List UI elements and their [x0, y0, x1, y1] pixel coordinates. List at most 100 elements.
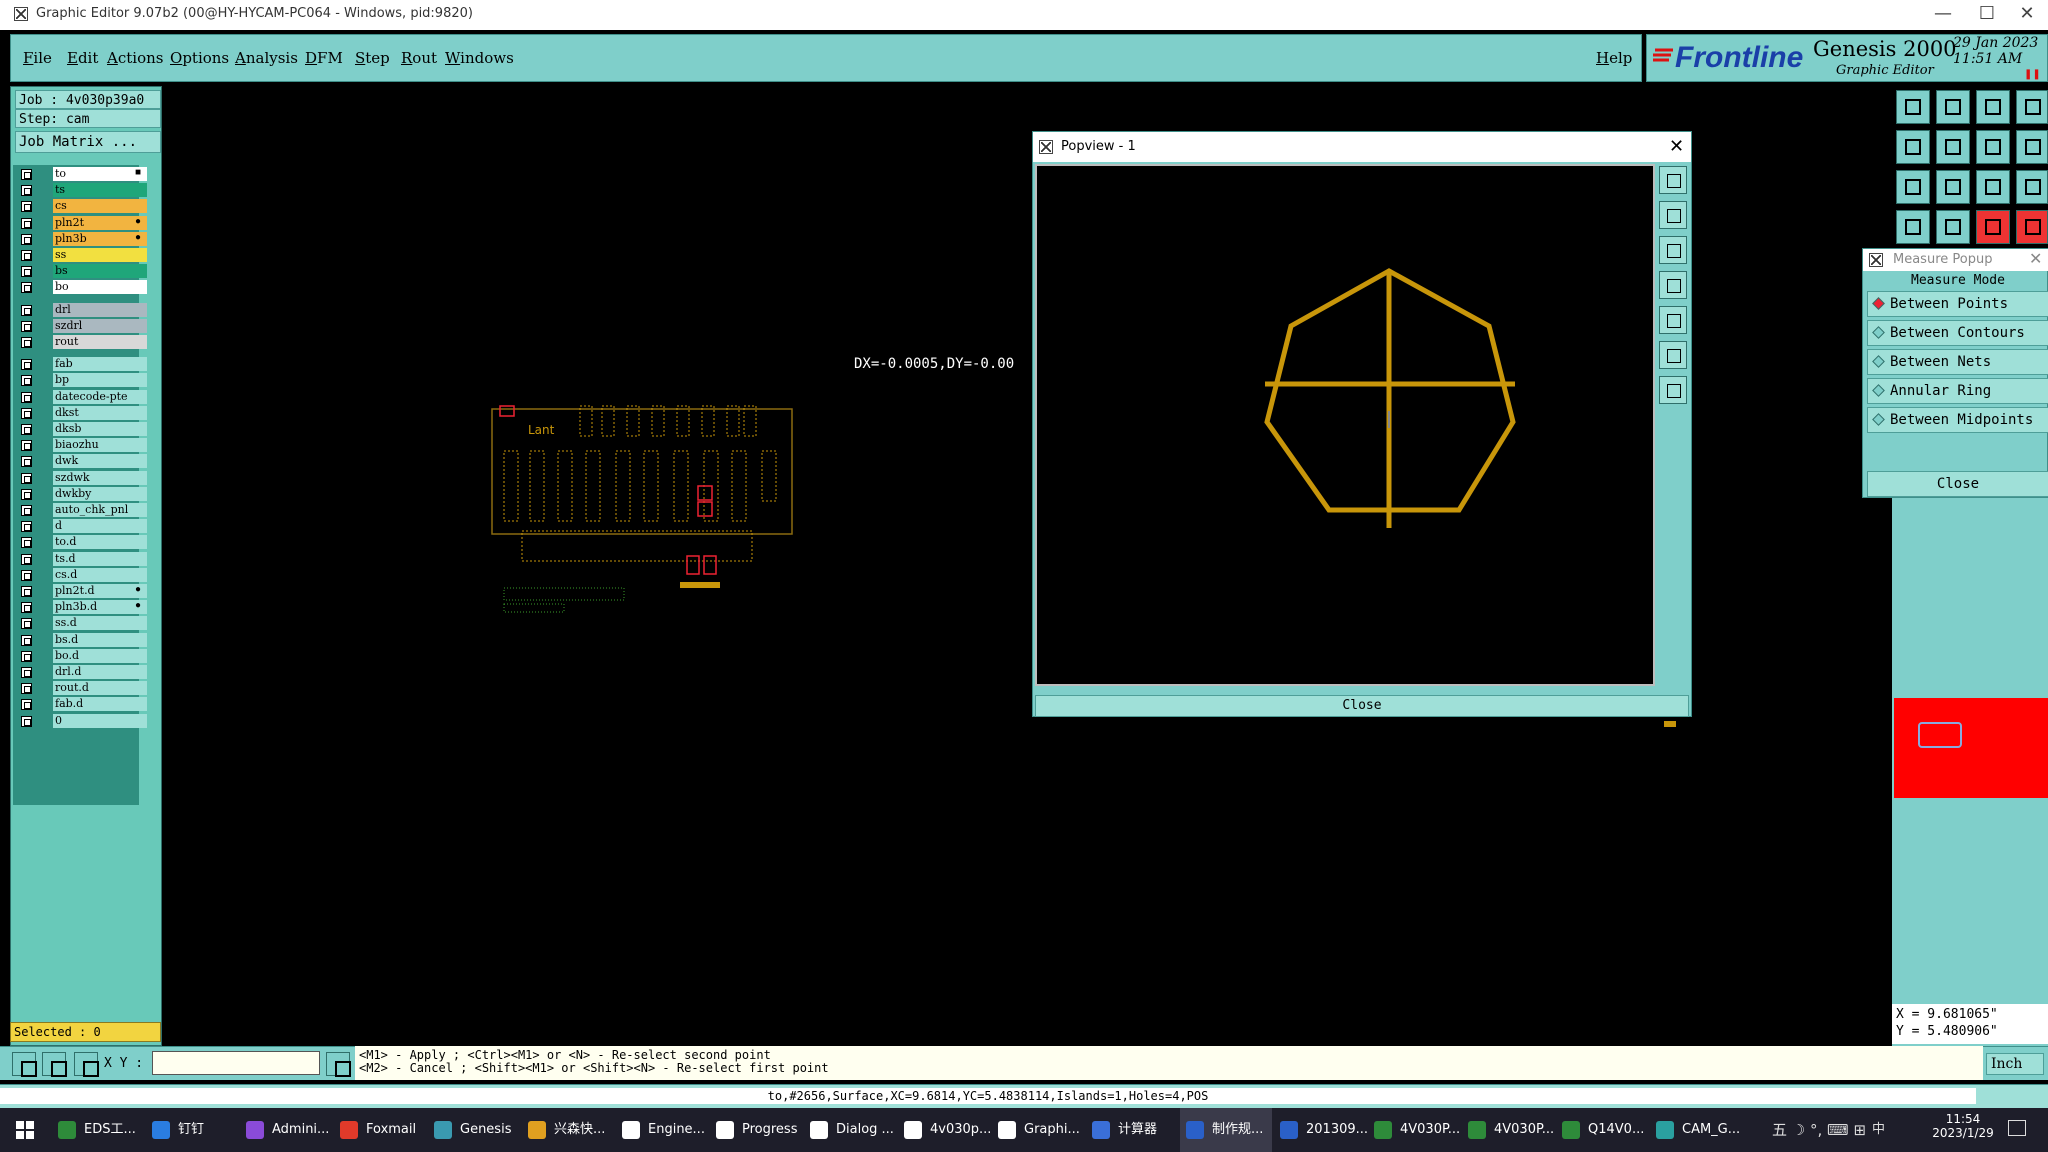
layer-checkbox[interactable]: [21, 505, 32, 516]
layer-name[interactable]: d: [53, 519, 147, 534]
taskbar-app[interactable]: Progress: [710, 1108, 802, 1152]
layer-row[interactable]: bo: [17, 280, 147, 295]
layer-row[interactable]: 0: [17, 713, 147, 729]
layer-name[interactable]: dwk: [53, 454, 147, 469]
layer-name[interactable]: ss: [53, 248, 147, 262]
taskbar-app[interactable]: 4V030P...: [1368, 1108, 1460, 1152]
layer-row[interactable]: bs: [17, 264, 147, 279]
tool-highlight-icon[interactable]: [1976, 210, 2010, 244]
taskbar-app[interactable]: 计算器: [1086, 1108, 1178, 1152]
layer-name[interactable]: cs.d: [53, 567, 147, 582]
layer-checkbox[interactable]: [21, 488, 32, 500]
measure-option-between-contours[interactable]: Between Contours: [1867, 320, 2048, 346]
popview-center-button[interactable]: [1659, 376, 1687, 404]
measure-close-button[interactable]: Close: [1867, 471, 2048, 497]
layer-row[interactable]: auto_chk_pnl: [17, 503, 147, 518]
tool-zoom-in-icon[interactable]: [1936, 90, 1970, 124]
layer-name[interactable]: dwkby: [53, 486, 147, 501]
popview-zoom-home-button[interactable]: [1659, 166, 1687, 194]
layer-row[interactable]: to.d: [17, 535, 147, 550]
popview-close-button[interactable]: Close: [1035, 695, 1689, 717]
taskbar-app[interactable]: 制作规...: [1180, 1108, 1272, 1152]
popview-pan-right-button[interactable]: [1659, 306, 1687, 334]
popview-fit-button[interactable]: [1659, 341, 1687, 369]
layer-checkbox[interactable]: [21, 683, 32, 695]
layer-row[interactable]: d: [17, 519, 147, 534]
layer-name[interactable]: bs.d: [53, 632, 147, 647]
taskbar-app[interactable]: Q14V0...: [1556, 1108, 1648, 1152]
layer-checkbox[interactable]: [21, 233, 32, 245]
layer-checkbox[interactable]: [21, 650, 32, 662]
layer-checkbox[interactable]: [21, 424, 32, 435]
layer-row[interactable]: ss: [17, 248, 147, 263]
layer-row[interactable]: biaozhu: [17, 438, 147, 453]
layer-name[interactable]: bo: [53, 280, 147, 295]
layer-checkbox[interactable]: [21, 472, 32, 484]
popview-close-icon[interactable]: ✕: [1669, 136, 1684, 157]
layer-row[interactable]: fab.d: [17, 697, 147, 712]
layer-name[interactable]: szdrl: [53, 318, 147, 333]
taskbar-app[interactable]: Graphi...: [992, 1108, 1084, 1152]
layer-row[interactable]: dwkby: [17, 486, 147, 502]
tool-redraw-icon[interactable]: [1976, 130, 2010, 164]
units-select[interactable]: Inch: [1986, 1053, 2044, 1075]
layer-name[interactable]: ts.d: [53, 551, 147, 566]
taskbar-app[interactable]: Engine...: [616, 1108, 708, 1152]
taskbar-clock[interactable]: 11:54 2023/1/29: [1928, 1112, 1998, 1140]
xy-input[interactable]: [152, 1051, 320, 1075]
layer-checkbox[interactable]: [21, 185, 32, 197]
layer-checkbox[interactable]: [21, 602, 32, 614]
layer-name[interactable]: to: [53, 167, 147, 181]
layer-checkbox[interactable]: [21, 553, 32, 565]
layer-name[interactable]: to.d: [53, 535, 147, 550]
windows-start-icon[interactable]: [16, 1121, 34, 1139]
layer-row[interactable]: bo.d: [17, 648, 147, 664]
layer-row[interactable]: szdrl: [17, 318, 147, 334]
edit-tool-icon[interactable]: [42, 1052, 67, 1077]
notification-icon[interactable]: [2008, 1120, 2026, 1136]
menu-dfm[interactable]: DFM: [305, 49, 343, 67]
menu-actions[interactable]: Actions: [107, 49, 163, 67]
layer-name[interactable]: bp: [53, 373, 147, 388]
layer-name[interactable]: ss.d: [53, 616, 147, 631]
measure-option-annular-ring[interactable]: Annular Ring: [1867, 378, 2048, 404]
layer-name[interactable]: datecode-pte: [53, 389, 147, 404]
popview-zoom-out-button[interactable]: [1659, 236, 1687, 264]
layer-checkbox[interactable]: [21, 667, 32, 678]
taskbar-app[interactable]: EDS工...: [52, 1108, 144, 1152]
layer-name[interactable]: pln2t: [53, 215, 147, 230]
layer-name[interactable]: dkst: [53, 405, 147, 420]
layer-row[interactable]: bs.d: [17, 632, 147, 648]
tool-pan-left-icon[interactable]: [1896, 130, 1930, 164]
tool-scale-icon[interactable]: [1976, 170, 2010, 204]
taskbar-app[interactable]: Foxmail: [334, 1108, 426, 1152]
layer-name[interactable]: rout.d: [53, 681, 147, 696]
tool-highlight-2-icon[interactable]: [2016, 210, 2048, 244]
minimize-button[interactable]: —: [1920, 0, 1966, 30]
taskbar-app[interactable]: 201309...: [1274, 1108, 1368, 1152]
layer-checkbox[interactable]: [21, 440, 32, 452]
taskbar-app[interactable]: Dialog ...: [804, 1108, 896, 1152]
layer-row[interactable]: fab: [17, 357, 147, 372]
layer-row[interactable]: ts: [17, 183, 147, 198]
layer-row[interactable]: szdwk: [17, 470, 147, 486]
layer-checkbox[interactable]: [21, 337, 32, 348]
tool-zoom-home-icon[interactable]: [1896, 90, 1930, 124]
layer-checkbox[interactable]: [21, 266, 32, 278]
menu-step[interactable]: Step: [355, 49, 390, 67]
layer-row[interactable]: ts.d: [17, 551, 147, 567]
layer-checkbox[interactable]: [21, 586, 32, 597]
layer-checkbox[interactable]: [21, 634, 32, 646]
layer-row[interactable]: to ■: [17, 167, 147, 182]
menu-file[interactable]: File: [23, 49, 52, 67]
tool-pan-right-icon[interactable]: [1936, 130, 1970, 164]
layer-checkbox[interactable]: [21, 521, 32, 533]
layer-name[interactable]: pln3b: [53, 231, 147, 246]
popview-zoom-in-button[interactable]: [1659, 201, 1687, 229]
tool-ruler-icon[interactable]: [1896, 210, 1930, 244]
system-tray-icons[interactable]: 五 ☽ °, ⌨ ⊞: [1772, 1108, 1866, 1152]
layer-checkbox[interactable]: [21, 391, 32, 403]
layer-name[interactable]: bo.d: [53, 648, 147, 663]
taskbar-app[interactable]: 4V030P...: [1462, 1108, 1554, 1152]
layer-checkbox[interactable]: [21, 201, 32, 213]
